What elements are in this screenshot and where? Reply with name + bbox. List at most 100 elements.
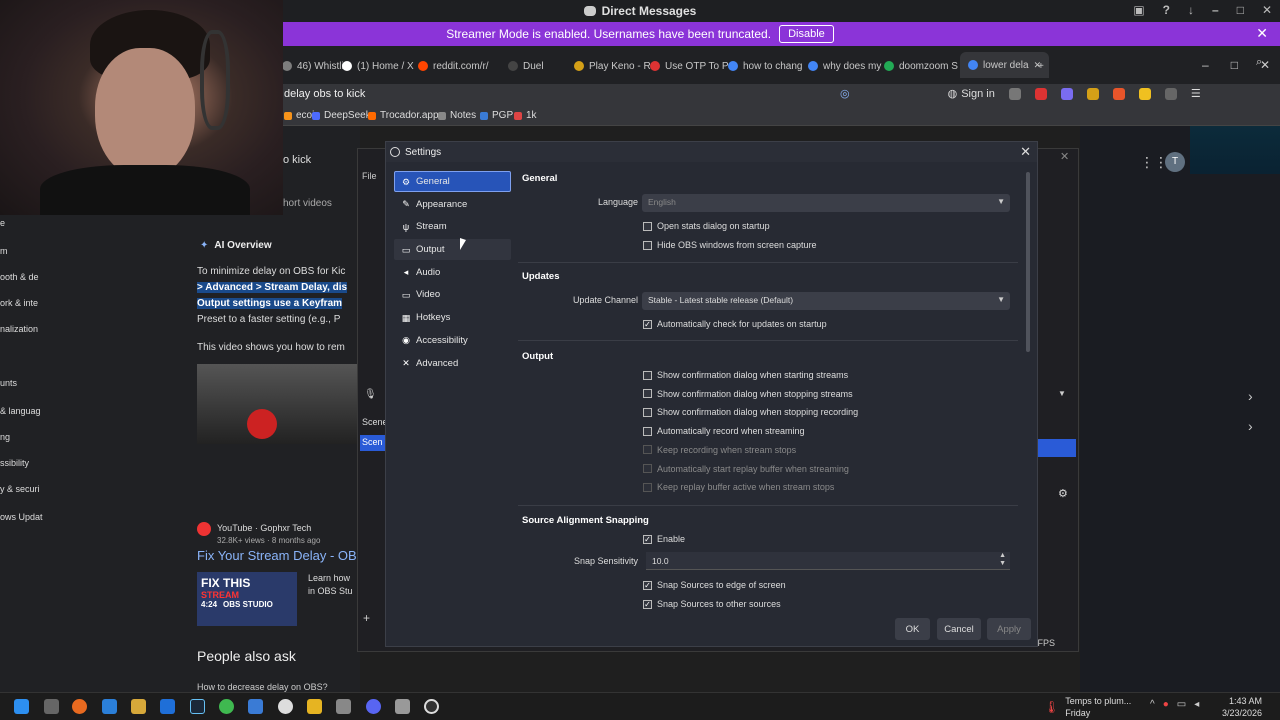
nav-item-advanced[interactable]: ✕ Advanced [394,353,511,374]
xbox-icon[interactable] [219,699,234,714]
browser-tab[interactable]: (1) Home / X [342,58,414,74]
app-icon[interactable] [131,699,146,714]
short-videos-tab[interactable]: hort videos [283,198,332,209]
nav-item-hotkeys[interactable]: ▦ Hotkeys [394,307,511,328]
settings-left-item[interactable]: ssibility [0,458,29,468]
settings-left-item[interactable]: ng [0,432,10,442]
settings-left-item[interactable]: ooth & de [0,272,39,282]
address-bar[interactable]: delay obs to kick [284,88,365,100]
snap-sensitivity-spinbox[interactable]: 10.0 ▲ ▼ [646,552,1010,570]
settings-left-item[interactable]: ows Updat [0,512,43,522]
chevron-up-icon[interactable]: ^ [1150,699,1155,710]
browser-tab[interactable]: Duel [508,58,544,74]
bookmark-item[interactable]: 1k [514,110,537,121]
file-explorer-icon[interactable] [307,699,322,714]
bookmark-item[interactable]: Notes [438,110,476,121]
ai-video-thumbnail[interactable] [197,364,357,444]
clock[interactable]: 1:43 AM 3/23/2026 [1222,695,1262,719]
snapping-enable-checkbox[interactable]: ✓ Enable [643,534,685,544]
menu-icon[interactable]: ☰ [1191,87,1201,100]
mic-icon[interactable]: 🎙 [364,389,377,400]
bookmark-item[interactable]: PGP [480,110,513,121]
snap-edge-checkbox[interactable]: ✓ Snap Sources to edge of screen [643,580,786,590]
scene-item[interactable]: Scen [360,435,386,451]
ok-button[interactable]: OK [895,618,930,640]
extension-icon[interactable] [1034,87,1047,100]
settings-left-item[interactable]: unts [0,378,17,388]
extension-icon[interactable] [1008,87,1021,100]
settings-left-item[interactable]: e [0,218,5,228]
extension-icon[interactable] [1112,87,1125,100]
settings-left-item[interactable]: ork & inte [0,298,38,308]
bookmark-item[interactable]: DeepSeek [312,110,371,121]
maximize-icon[interactable]: □ [1237,3,1244,17]
avatar[interactable]: T [1165,152,1185,172]
bookmark-item[interactable]: Trocador.app [368,110,439,121]
settings-left-item[interactable]: m [0,246,8,256]
file-menu[interactable]: File [362,171,377,181]
obs-icon[interactable] [424,699,439,714]
new-tab-icon[interactable]: + [1038,58,1044,74]
apply-button[interactable]: Apply [987,618,1031,640]
hide-obs-checkbox[interactable]: Hide OBS windows from screen capture [643,240,817,250]
output-option-checkbox[interactable]: Show confirmation dialog when starting s… [643,370,848,380]
nav-item-audio[interactable]: ◂ Audio [394,262,511,283]
scrollbar[interactable] [1026,172,1030,352]
gear-icon[interactable]: ⚙ [1058,487,1068,500]
download-icon[interactable]: ↓ [1188,3,1194,17]
output-option-checkbox[interactable]: Automatically record when streaming [643,426,805,436]
extension-icon[interactable] [1086,87,1099,100]
yt-result-title[interactable]: Fix Your Stream Delay - OB [197,548,357,563]
volume-icon[interactable]: ◂ [1194,699,1199,710]
extension-icon[interactable] [1060,87,1073,100]
auto-check-updates-checkbox[interactable]: ✓ Automatically check for updates on sta… [643,319,827,329]
browser-tab[interactable]: Play Keno - R [574,58,651,74]
update-channel-dropdown[interactable]: Stable - Latest stable release (Default)… [642,292,1010,310]
settings-left-item[interactable]: & languag [0,406,41,416]
minimize-icon[interactable]: – [1202,58,1209,72]
nav-item-stream[interactable]: ψ Stream [394,216,511,237]
search-tabs-icon[interactable]: ⌕ [1256,56,1262,69]
open-stats-checkbox[interactable]: Open stats dialog on startup [643,221,770,231]
nav-item-appearance[interactable]: ✎ Appearance [394,194,511,215]
weather-widget[interactable]: 🌡 Temps to plum... Friday [1044,695,1131,719]
network-icon[interactable]: ▭ [1177,699,1186,710]
nav-item-output[interactable]: ▭ Output [394,239,511,261]
browser-tab[interactable]: Use OTP To P [650,58,729,74]
youtube-source[interactable]: YouTube · Gophxr Tech 32.8K+ views · 8 m… [197,522,320,547]
close-icon[interactable]: ✕ [1262,3,1272,17]
start-icon[interactable] [14,699,29,714]
banner-close-icon[interactable]: ✕ [1256,25,1268,42]
extension-icon[interactable] [1138,87,1151,100]
cancel-button[interactable]: Cancel [937,618,981,640]
chrome-icon[interactable] [278,699,293,714]
app-icon[interactable] [160,699,175,714]
task-view-icon[interactable] [44,699,59,714]
spin-arrows-icon[interactable]: ▲ ▼ [999,552,1006,568]
inbox-icon[interactable]: ▣ [1133,3,1144,17]
snap-other-checkbox[interactable]: ✓ Snap Sources to other sources [643,599,781,609]
help-icon[interactable]: ? [1163,3,1170,17]
disable-streamer-mode-button[interactable]: Disable [779,25,834,43]
apps-grid-icon[interactable]: ⋮⋮ [1140,154,1168,171]
settings-left-item[interactable]: nalization [0,324,38,334]
chevron-right-icon[interactable]: › [1248,418,1253,434]
vscode-icon[interactable] [102,699,117,714]
close-icon[interactable]: ✕ [1020,144,1031,160]
browser-tab[interactable]: why does my [808,58,881,74]
browser-tab[interactable]: how to chang [728,58,803,74]
obs-close-icon[interactable]: ✕ [1060,150,1069,163]
translate-icon[interactable]: ◎ [840,87,850,100]
output-option-checkbox[interactable]: Show confirmation dialog when stopping s… [643,389,853,399]
mic-icon[interactable]: ● [1163,699,1169,710]
notepad-icon[interactable] [248,699,263,714]
search-query-snippet[interactable]: o kick [283,154,311,166]
settings-icon[interactable] [395,699,410,714]
output-option-checkbox[interactable]: Show confirmation dialog when stopping r… [643,407,858,417]
chevron-down-icon[interactable]: ▼ [1058,389,1066,398]
firefox-icon[interactable] [72,699,87,714]
browser-tab[interactable]: reddit.com/r/ [418,58,489,74]
extensions-puzzle-icon[interactable] [1164,87,1177,100]
nav-item-general[interactable]: ⚙ General [394,171,511,192]
calculator-icon[interactable] [336,699,351,714]
